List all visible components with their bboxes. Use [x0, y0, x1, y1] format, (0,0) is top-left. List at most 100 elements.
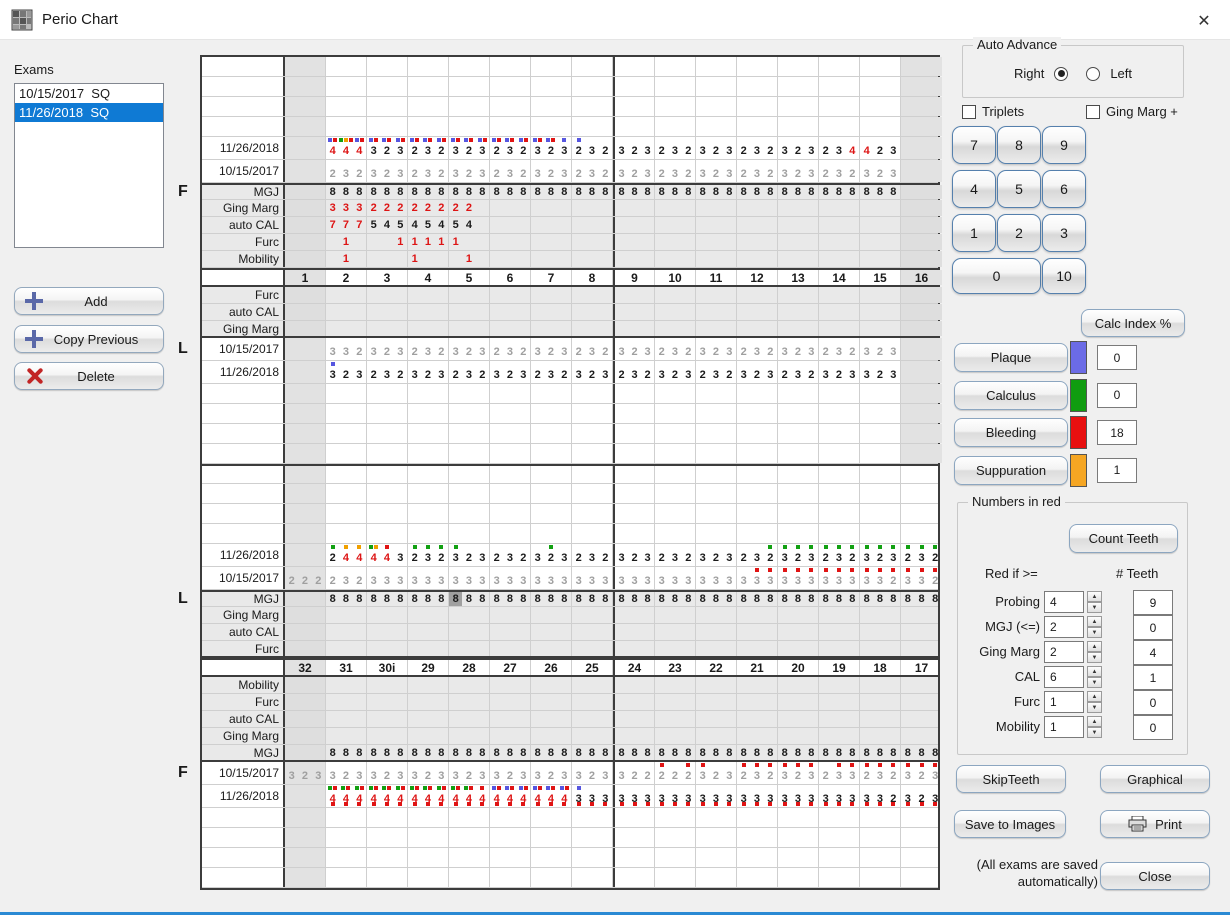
tooth-cell-8[interactable]: [572, 444, 613, 463]
tooth-cell-8[interactable]: 888: [572, 185, 613, 199]
tooth-cell-17[interactable]: [901, 641, 942, 656]
tooth-cell-26[interactable]: 888: [531, 745, 572, 760]
tooth-cell-1[interactable]: [285, 251, 326, 267]
tooth-cell-6[interactable]: 888: [490, 185, 531, 199]
probing-teeth-count-box[interactable]: 9: [1133, 590, 1173, 615]
tooth-cell-26[interactable]: 26: [531, 660, 572, 675]
tooth-cell-30i[interactable]: [367, 466, 408, 483]
tooth-cell-9[interactable]: [613, 404, 655, 423]
tooth-cell-22[interactable]: [696, 607, 737, 623]
tooth-cell-5[interactable]: [449, 321, 490, 336]
tooth-cell-29[interactable]: 444: [408, 785, 449, 807]
tooth-cell-18[interactable]: [860, 624, 901, 640]
tooth-cell-24[interactable]: 323: [613, 544, 655, 566]
tooth-cell-32[interactable]: [285, 728, 326, 744]
tooth-cell-31[interactable]: [326, 868, 367, 887]
tooth-cell-28[interactable]: [449, 504, 490, 523]
tooth-cell-30i[interactable]: [367, 848, 408, 867]
add-exam-button[interactable]: Add: [14, 287, 164, 315]
tooth-cell-4[interactable]: [408, 117, 449, 136]
tooth-cell-31[interactable]: 31: [326, 660, 367, 675]
tooth-cell-30i[interactable]: 333: [367, 567, 408, 589]
numpad-7-button[interactable]: 7: [952, 126, 996, 164]
tooth-cell-16[interactable]: [901, 160, 942, 182]
tooth-cell-6[interactable]: [490, 444, 531, 463]
tooth-cell-10[interactable]: [655, 234, 696, 250]
tooth-cell-19[interactable]: [819, 848, 860, 867]
tooth-cell-22[interactable]: 333: [696, 567, 737, 589]
tooth-cell-30i[interactable]: [367, 624, 408, 640]
tooth-cell-19[interactable]: 233: [819, 762, 860, 784]
tooth-cell-1[interactable]: [285, 97, 326, 116]
tooth-cell-27[interactable]: [490, 466, 531, 483]
tooth-cell-12[interactable]: [737, 200, 778, 216]
tooth-cell-8[interactable]: [572, 304, 613, 320]
tooth-cell-27[interactable]: 333: [490, 567, 531, 589]
tooth-cell-5[interactable]: [449, 57, 490, 76]
tooth-cell-29[interactable]: 888: [408, 745, 449, 760]
tooth-cell-16[interactable]: [901, 287, 942, 303]
tooth-cell-7[interactable]: [531, 200, 572, 216]
tooth-cell-12[interactable]: [737, 424, 778, 443]
tooth-cell-24[interactable]: 888: [613, 745, 655, 760]
numpad-3-button[interactable]: 3: [1042, 214, 1086, 252]
tooth-cell-9[interactable]: 9: [613, 270, 655, 285]
tooth-cell-32[interactable]: [285, 624, 326, 640]
tooth-cell-12[interactable]: [737, 404, 778, 423]
tooth-cell-5[interactable]: 1: [449, 251, 490, 267]
mgj-threshold-input[interactable]: 2: [1044, 616, 1084, 638]
tooth-cell-10[interactable]: [655, 251, 696, 267]
perio-chart-grid[interactable]: 11/26/2018444323232323232323232323232323…: [200, 55, 940, 890]
tooth-cell-7[interactable]: [531, 404, 572, 423]
tooth-cell-3[interactable]: [367, 404, 408, 423]
tooth-cell-26[interactable]: 888: [531, 592, 572, 606]
mobility-threshold-input[interactable]: 1: [1044, 716, 1084, 738]
tooth-cell-27[interactable]: [490, 484, 531, 503]
tooth-cell-20[interactable]: [778, 728, 819, 744]
tooth-cell-19[interactable]: 333: [819, 785, 860, 807]
tooth-cell-6[interactable]: [490, 234, 531, 250]
tooth-cell-3[interactable]: 323: [367, 338, 408, 360]
tooth-cell-7[interactable]: [531, 287, 572, 303]
numpad-10-button[interactable]: 10: [1042, 258, 1086, 294]
tooth-cell-7[interactable]: 888: [531, 185, 572, 199]
tooth-cell-32[interactable]: [285, 607, 326, 623]
tooth-cell-13[interactable]: [778, 77, 819, 96]
tooth-cell-3[interactable]: [367, 77, 408, 96]
tooth-cell-14[interactable]: 888: [819, 185, 860, 199]
tooth-cell-9[interactable]: [613, 117, 655, 136]
tooth-cell-32[interactable]: [285, 592, 326, 606]
tooth-cell-2[interactable]: 232: [326, 160, 367, 182]
tooth-cell-16[interactable]: [901, 217, 942, 233]
tooth-cell-1[interactable]: [285, 444, 326, 463]
tooth-cell-19[interactable]: [819, 828, 860, 847]
calculus-count-box[interactable]: 0: [1097, 383, 1137, 408]
tooth-cell-28[interactable]: 28: [449, 660, 490, 675]
tooth-cell-4[interactable]: 111: [408, 234, 449, 250]
tooth-cell-9[interactable]: [613, 97, 655, 116]
tooth-cell-11[interactable]: [696, 97, 737, 116]
tooth-cell-18[interactable]: [860, 694, 901, 710]
tooth-cell-31[interactable]: [326, 484, 367, 503]
tooth-cell-6[interactable]: [490, 57, 531, 76]
tooth-cell-2[interactable]: [326, 304, 367, 320]
tooth-cell-28[interactable]: [449, 808, 490, 827]
tooth-cell-7[interactable]: [531, 217, 572, 233]
tooth-cell-11[interactable]: [696, 321, 737, 336]
tooth-cell-4[interactable]: [408, 287, 449, 303]
tooth-cell-11[interactable]: 232: [696, 361, 737, 383]
tooth-cell-5[interactable]: [449, 77, 490, 96]
tooth-cell-22[interactable]: [696, 504, 737, 523]
tooth-cell-23[interactable]: [655, 728, 696, 744]
tooth-cell-13[interactable]: 323: [778, 137, 819, 159]
tooth-cell-25[interactable]: 888: [572, 592, 613, 606]
tooth-cell-31[interactable]: [326, 808, 367, 827]
tooth-cell-27[interactable]: [490, 848, 531, 867]
tooth-cell-2[interactable]: 444: [326, 137, 367, 159]
tooth-cell-1[interactable]: [285, 424, 326, 443]
exam-item-1[interactable]: 11/26/2018 SQ: [15, 103, 163, 122]
tooth-cell-4[interactable]: 4: [408, 270, 449, 285]
tooth-cell-2[interactable]: 1: [326, 234, 367, 250]
tooth-cell-15[interactable]: 423: [860, 137, 901, 159]
tooth-cell-25[interactable]: [572, 677, 613, 693]
